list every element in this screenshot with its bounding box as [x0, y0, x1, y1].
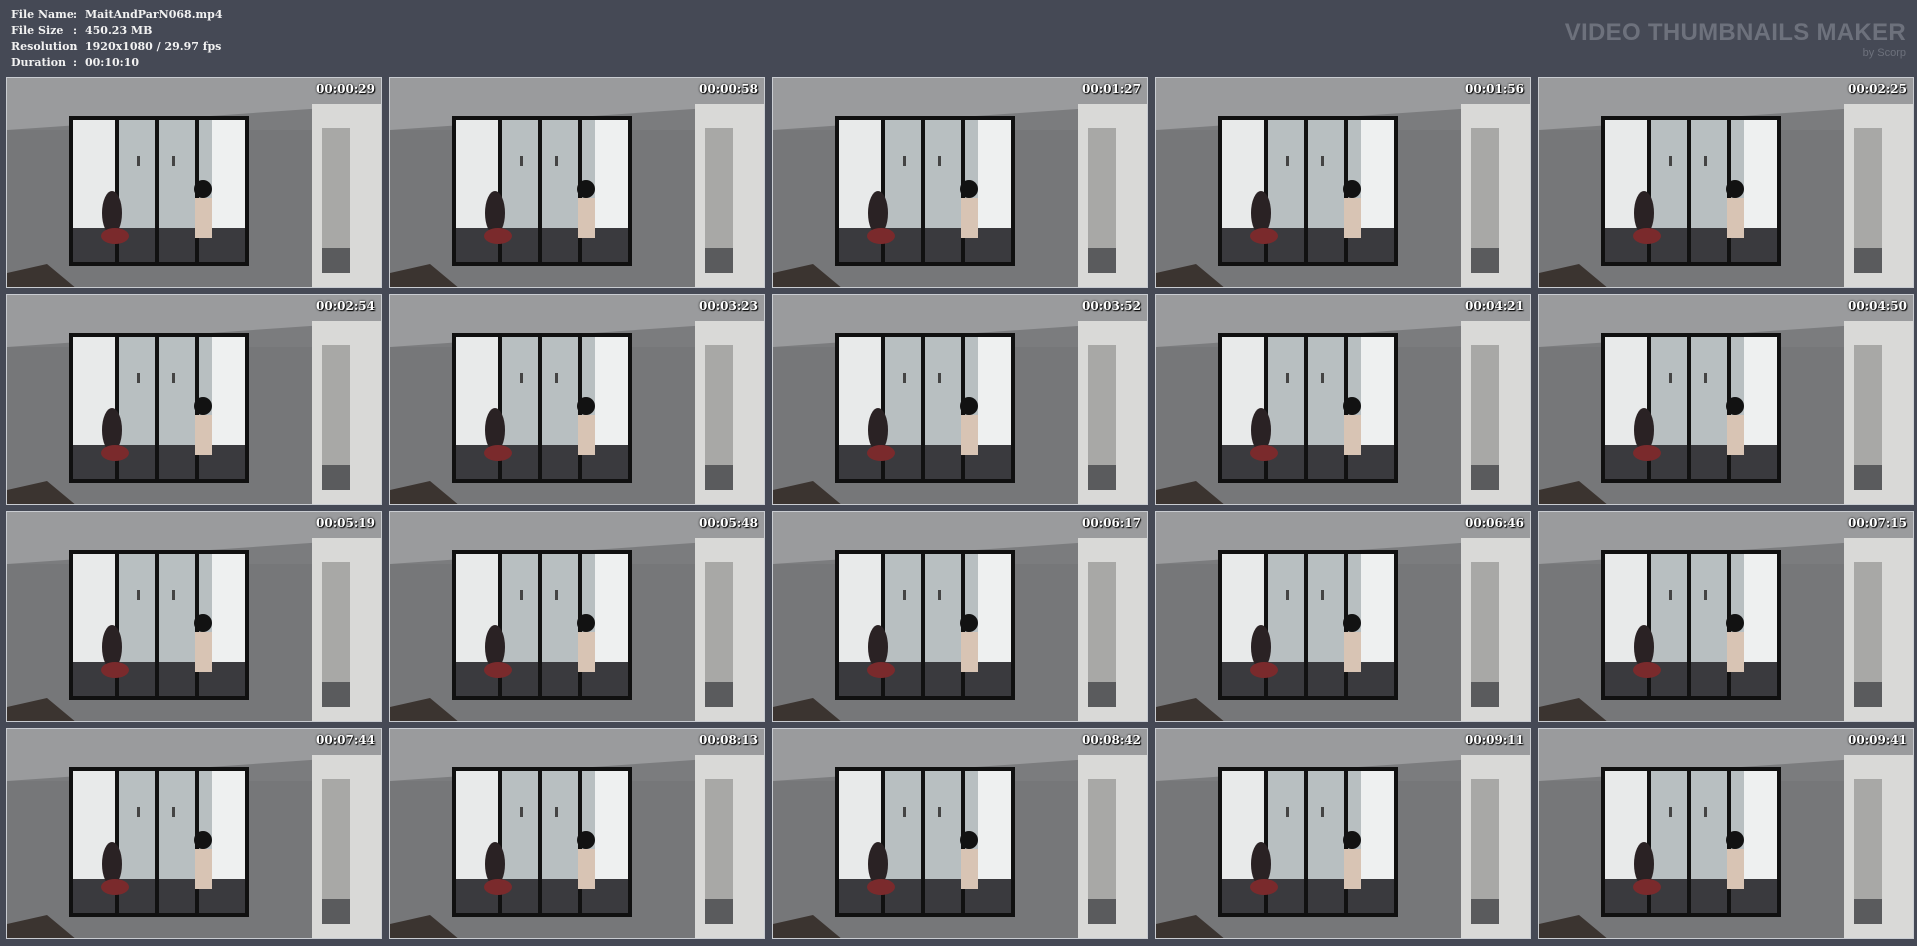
video-thumbnail: 00:03:23 [389, 294, 765, 505]
timestamp: 00:08:13 [699, 733, 758, 747]
video-thumbnail: 00:00:29 [6, 77, 382, 288]
timestamp: 00:07:44 [316, 733, 375, 747]
resolution-row: Resolution : 1920x1080 / 29.97 fps [11, 39, 223, 55]
thumbnail-frame [1539, 78, 1913, 287]
duration-value: 00:10:10 [85, 56, 140, 69]
timestamp: 00:03:23 [699, 299, 758, 313]
thumbnail-frame [1156, 729, 1530, 938]
header: File Name : MaitAndParN068.mp4 File Size… [0, 0, 1917, 76]
thumbnail-frame [1156, 78, 1530, 287]
separator: : [73, 40, 78, 53]
video-thumbnail: 00:08:42 [772, 728, 1148, 939]
video-thumbnail: 00:06:46 [1155, 511, 1531, 722]
thumbnail-frame [1156, 512, 1530, 721]
video-thumbnail: 00:08:13 [389, 728, 765, 939]
timestamp: 00:05:48 [699, 516, 758, 530]
video-thumbnail: 00:00:58 [389, 77, 765, 288]
separator: : [73, 56, 78, 69]
file-name-value: MaitAndParN068.mp4 [85, 8, 223, 21]
video-thumbnail: 00:07:15 [1538, 511, 1914, 722]
thumbnail-frame [7, 512, 381, 721]
video-thumbnail: 00:03:52 [772, 294, 1148, 505]
timestamp: 00:03:52 [1082, 299, 1141, 313]
thumbnail-frame [1156, 295, 1530, 504]
video-thumbnail: 00:05:48 [389, 511, 765, 722]
resolution-label: Resolution [11, 40, 78, 53]
timestamp: 00:09:41 [1848, 733, 1907, 747]
brand-byline: by Scorp [1862, 47, 1906, 59]
thumbnail-frame [390, 512, 764, 721]
timestamp: 00:09:11 [1465, 733, 1524, 747]
video-thumbnail: 00:02:54 [6, 294, 382, 505]
timestamp: 00:05:19 [316, 516, 375, 530]
duration-row: Duration : 00:10:10 [11, 55, 223, 71]
thumbnail-frame [7, 729, 381, 938]
video-thumbnail: 00:02:25 [1538, 77, 1914, 288]
timestamp: 00:00:29 [316, 82, 375, 96]
resolution-value: 1920x1080 / 29.97 fps [85, 40, 222, 53]
timestamp: 00:02:25 [1848, 82, 1907, 96]
thumbnail-frame [7, 78, 381, 287]
video-thumbnail: 00:09:41 [1538, 728, 1914, 939]
thumbnail-frame [773, 295, 1147, 504]
timestamp: 00:04:21 [1465, 299, 1524, 313]
video-thumbnail: 00:09:11 [1155, 728, 1531, 939]
video-thumbnail: 00:01:27 [772, 77, 1148, 288]
video-thumbnail: 00:05:19 [6, 511, 382, 722]
timestamp: 00:01:56 [1465, 82, 1524, 96]
brand-logo: VIDEO THUMBNAILS MAKER by Scorp [1564, 19, 1906, 60]
thumbnail-frame [1539, 512, 1913, 721]
thumbnail-frame [390, 295, 764, 504]
video-thumbnail: 00:04:50 [1538, 294, 1914, 505]
file-name-label: File Name [11, 8, 74, 21]
timestamp: 00:06:46 [1465, 516, 1524, 530]
video-thumbnail: 00:04:21 [1155, 294, 1531, 505]
thumbnail-frame [773, 729, 1147, 938]
duration-label: Duration [11, 56, 67, 69]
file-size-value: 450.23 MB [85, 24, 153, 37]
timestamp: 00:06:17 [1082, 516, 1141, 530]
timestamp: 00:07:15 [1848, 516, 1907, 530]
thumbnail-frame [390, 729, 764, 938]
file-size-label: File Size [11, 24, 64, 37]
file-size-row: File Size : 450.23 MB [11, 23, 223, 39]
thumbnail-frame [7, 295, 381, 504]
thumbnail-frame [1539, 295, 1913, 504]
video-thumbnail: 00:07:44 [6, 728, 382, 939]
brand-title: VIDEO THUMBNAILS MAKER [1564, 19, 1906, 46]
timestamp: 00:04:50 [1848, 299, 1907, 313]
thumbnail-frame [1539, 729, 1913, 938]
separator: : [73, 8, 78, 21]
timestamp: 00:02:54 [316, 299, 375, 313]
thumbnail-frame [773, 512, 1147, 721]
timestamp: 00:01:27 [1082, 82, 1141, 96]
timestamp: 00:08:42 [1082, 733, 1141, 747]
timestamp: 00:00:58 [699, 82, 758, 96]
video-thumbnail: 00:01:56 [1155, 77, 1531, 288]
thumbnail-frame [390, 78, 764, 287]
video-thumbnail: 00:06:17 [772, 511, 1148, 722]
separator: : [73, 24, 78, 37]
thumbnail-frame [773, 78, 1147, 287]
file-name-row: File Name : MaitAndParN068.mp4 [11, 7, 223, 23]
file-info: File Name : MaitAndParN068.mp4 File Size… [11, 7, 223, 71]
